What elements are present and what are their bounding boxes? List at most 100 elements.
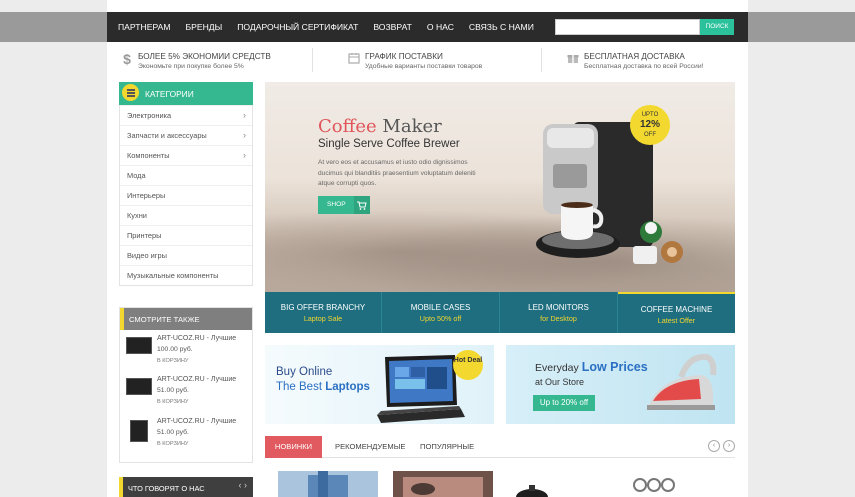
- product-price: 51.00 руб.: [157, 387, 189, 394]
- see-also-item[interactable]: ART-UCOZ.RU - Лучшие 51.00 руб. В КОРЗИН…: [125, 416, 249, 454]
- product-image: [633, 478, 675, 492]
- benefit-text: Бесплатная доставка по всей России!: [584, 63, 704, 70]
- promo-banner-low-prices[interactable]: Everyday Low Prices at Our Store Up to 2…: [506, 345, 735, 424]
- see-also-item[interactable]: ART-UCOZ.RU - Лучшие 100.00 руб. В КОРЗИ…: [125, 333, 249, 371]
- add-to-cart-link[interactable]: В КОРЗИНУ: [157, 399, 188, 405]
- slider-tab[interactable]: LED MONITORS for Desktop: [500, 292, 618, 333]
- tab-new[interactable]: НОВИНКИ: [265, 436, 322, 458]
- promo-line2: The Best Laptops: [276, 381, 370, 393]
- benefit-title: ГРАФИК ПОСТАВКИ: [365, 52, 443, 61]
- nav-item-contact[interactable]: СВЯЗЬ С НАМИ: [469, 22, 534, 32]
- slider-tab-active[interactable]: COFFEE MACHINE Latest Offer: [618, 292, 735, 333]
- product-name[interactable]: ART-UCOZ.RU - Лучшие: [157, 335, 236, 342]
- slider-tabs: BIG OFFER BRANCHY Laptop Sale MOBILE CAS…: [265, 292, 735, 333]
- category-item[interactable]: Мода: [120, 165, 252, 185]
- category-item[interactable]: Интерьеры: [120, 185, 252, 205]
- slider-tab[interactable]: BIG OFFER BRANCHY Laptop Sale: [265, 292, 382, 333]
- benefit-text: Удобные варианты поставки товаров: [365, 63, 483, 70]
- promo-banner-laptops[interactable]: Buy Online The Best Laptops Hot Deal: [265, 345, 494, 424]
- product-name[interactable]: ART-UCOZ.RU - Лучшие: [157, 418, 236, 425]
- chevron-right-icon: ›: [243, 130, 246, 140]
- add-to-cart-link[interactable]: В КОРЗИНУ: [157, 358, 188, 364]
- nav-item-returns[interactable]: ВОЗВРАТ: [373, 22, 412, 32]
- category-label: Электроника: [127, 111, 172, 120]
- search-button[interactable]: ПОИСК: [700, 19, 734, 35]
- categories-panel: КАТЕГОРИИ Электроника › Запчасти и аксесс…: [119, 82, 253, 286]
- see-also-title: СМОТРИТЕ ТАКЖЕ: [129, 315, 200, 324]
- add-to-cart-link[interactable]: В КОРЗИНУ: [157, 441, 188, 447]
- search-input[interactable]: [555, 19, 700, 35]
- category-item[interactable]: Кухни: [120, 205, 252, 225]
- see-also-item[interactable]: ART-UCOZ.RU - Лучшие 51.00 руб. В КОРЗИН…: [125, 374, 249, 412]
- hero-subtitle: Single Serve Coffee Brewer: [318, 138, 460, 150]
- hero-slider[interactable]: Coffee Maker Single Serve Coffee Brewer …: [265, 82, 735, 294]
- shop-button[interactable]: SHOP: [318, 196, 370, 214]
- hero-title-accent: Coffee: [318, 116, 377, 137]
- badge-bottom-text: OFF: [644, 132, 656, 138]
- nav-item-brands[interactable]: БРЕНДЫ: [186, 22, 223, 32]
- category-item[interactable]: Видео игры: [120, 245, 252, 265]
- slider-tab-title: COFFEE MACHINE: [640, 305, 713, 314]
- top-navigation-bar: ПАРТНЕРАМ БРЕНДЫ ПОДАРОЧНЫЙ СЕРТИФИКАТ В…: [0, 12, 855, 42]
- product-name[interactable]: ART-UCOZ.RU - Лучшие: [157, 376, 236, 383]
- category-item[interactable]: Электроника ›: [120, 105, 252, 125]
- benefit-text: Экономьте при покупке более 5%: [138, 63, 244, 70]
- category-label: Кухни: [127, 211, 147, 220]
- prev-arrow-icon[interactable]: ‹: [708, 440, 720, 452]
- chevron-right-icon: ›: [243, 150, 246, 160]
- slider-tab-subtitle: Laptop Sale: [303, 314, 343, 323]
- calendar-icon: [348, 52, 360, 66]
- product-thumbnail[interactable]: [126, 378, 152, 395]
- chevron-right-icon: ›: [243, 110, 246, 120]
- reviews-nav-arrows-icon[interactable]: ‹ ›: [239, 480, 248, 490]
- tab-recommended[interactable]: РЕКОМЕНДУЕМЫЕ: [335, 436, 405, 458]
- category-item[interactable]: Запчасти и аксессуары ›: [120, 125, 252, 145]
- promo-line1: Buy Online: [276, 366, 333, 378]
- hero-description: At vero eos et accusamus et iusto odio d…: [318, 159, 476, 187]
- nav-item-about[interactable]: О НАС: [427, 22, 454, 32]
- benefits-strip: $ БОЛЕЕ 5% ЭКОНОМИИ СРЕДСТВ Экономьте пр…: [107, 48, 748, 74]
- see-also-header: СМОТРИТЕ ТАКЖЕ: [120, 308, 252, 330]
- slider-tab-title: MOBILE CASES: [410, 303, 471, 312]
- discount-button[interactable]: Up to 20% off: [533, 395, 595, 411]
- product-card[interactable]: [393, 471, 493, 497]
- promo-line2: at Our Store: [535, 377, 585, 387]
- product-image: [403, 477, 483, 497]
- see-also-panel: СМОТРИТЕ ТАКЖЕ ART-UCOZ.RU - Лучшие 100.…: [119, 307, 253, 463]
- dollar-icon: $: [123, 51, 131, 67]
- gift-icon: [567, 52, 579, 66]
- promo-line2-pre: The Best: [276, 381, 326, 393]
- iron-image: [647, 353, 717, 410]
- header-accent-bar: [120, 308, 124, 330]
- category-item[interactable]: Музыкальные компоненты: [120, 265, 252, 285]
- nav-item-partners[interactable]: ПАРТНЕРАМ: [118, 22, 171, 32]
- product-card[interactable]: [278, 471, 378, 497]
- category-item[interactable]: Компоненты ›: [120, 145, 252, 165]
- product-tabs: НОВИНКИ РЕКОМЕНДУЕМЫЕ ПОПУЛЯРНЫЕ ‹ ›: [265, 436, 735, 458]
- category-label: Компоненты: [127, 151, 170, 160]
- tab-popular[interactable]: ПОПУЛЯРНЫЕ: [420, 436, 474, 458]
- badge-value: 12%: [639, 119, 660, 130]
- categories-header: КАТЕГОРИИ: [119, 82, 253, 105]
- product-card[interactable]: [507, 471, 607, 497]
- hot-deal-badge: Hot Deal: [453, 350, 483, 380]
- hero-title-rest: Maker: [376, 116, 442, 137]
- category-label: Музыкальные компоненты: [127, 271, 219, 280]
- promo-line2-bold: Laptops: [325, 381, 370, 393]
- product-thumbnail[interactable]: [126, 337, 152, 354]
- product-card[interactable]: [620, 471, 720, 497]
- nav-item-gift-certificate[interactable]: ПОДАРОЧНЫЙ СЕРТИФИКАТ: [237, 22, 358, 32]
- product-price: 100.00 руб.: [157, 346, 193, 353]
- reviews-header: ЧТО ГОВОРЯТ О НАС ‹ ›: [119, 477, 253, 497]
- slider-tab[interactable]: MOBILE CASES Upto 50% off: [382, 292, 500, 333]
- slider-tab-title: LED MONITORS: [528, 303, 589, 312]
- benefit-divider: [541, 48, 542, 72]
- product-thumbnail[interactable]: [130, 420, 148, 442]
- next-arrow-icon[interactable]: ›: [723, 440, 735, 452]
- promo-line1: Everyday Low Prices: [535, 360, 648, 374]
- menu-icon: [122, 84, 139, 101]
- slider-tab-subtitle: Latest Offer: [657, 316, 696, 325]
- category-label: Принтеры: [127, 231, 162, 240]
- category-label: Мода: [127, 171, 146, 180]
- category-item[interactable]: Принтеры: [120, 225, 252, 245]
